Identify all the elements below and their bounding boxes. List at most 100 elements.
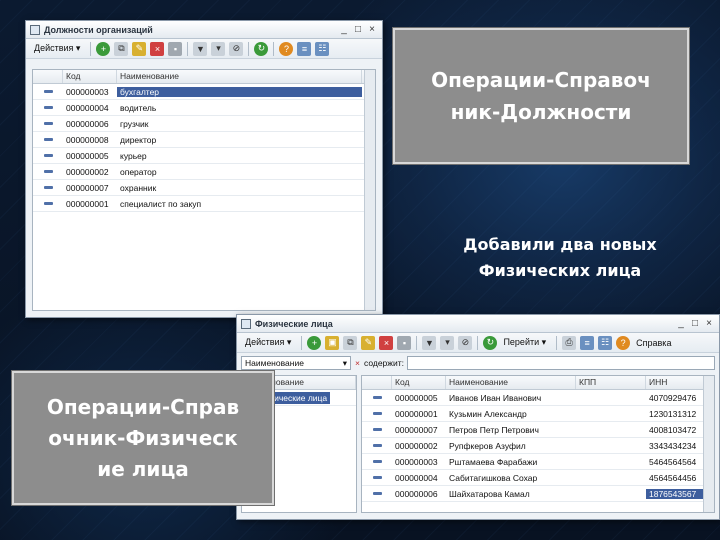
copy-icon[interactable]: ⧉ xyxy=(343,335,358,350)
callout-persons-line-2: очник-Физическ xyxy=(48,425,238,450)
refresh-icon[interactable]: ↻ xyxy=(483,335,498,350)
filter-icon[interactable]: ▼ xyxy=(193,41,208,56)
print-icon[interactable]: ⎙ xyxy=(562,335,577,350)
cell-code: 000000005 xyxy=(66,150,109,161)
toolbar-separator xyxy=(248,41,250,56)
maximize-icon[interactable]: □ xyxy=(352,24,364,36)
cell-code: 000000002 xyxy=(66,166,109,177)
cell-code: 000000006 xyxy=(66,118,109,129)
cell-name: Рштамаева Фарабажи xyxy=(449,456,538,467)
help-icon[interactable]: ? xyxy=(279,41,294,56)
table-row[interactable]: 000000003 бухгалтер xyxy=(33,84,375,100)
cell-name: Рупфкеров Азуфил xyxy=(449,440,526,451)
filter-field-select[interactable]: Наименование ▾ xyxy=(241,356,351,370)
close-icon[interactable]: × xyxy=(366,24,378,36)
catalog-icon xyxy=(241,318,251,329)
vertical-scrollbar[interactable] xyxy=(364,70,375,310)
help-button[interactable]: Справка xyxy=(632,338,675,348)
table-row[interactable]: 000000004 водитель xyxy=(33,100,375,116)
table-row[interactable]: 000000001 специалист по закуп xyxy=(33,196,375,212)
table-row[interactable]: 000000007 Петров Петр Петрович 4008103472 xyxy=(362,422,714,438)
filter-list-icon[interactable]: ▾ xyxy=(211,41,226,56)
callout-persons-line-1: Операции-Справ xyxy=(46,394,240,419)
column-header-code[interactable]: Код xyxy=(63,70,117,83)
persons-table: Код Наименование КПП ИНН 000000005 Иванов… xyxy=(361,375,715,513)
hierarchy-icon[interactable]: ☷ xyxy=(598,335,613,350)
column-header-inn[interactable]: ИНН xyxy=(646,376,706,389)
added-persons-note: Добавили два новых Физических лица xyxy=(430,232,690,284)
post-icon[interactable]: ▪ xyxy=(168,41,183,56)
filter-list-icon[interactable]: ▾ xyxy=(440,335,455,350)
persons-title: Физические лица xyxy=(255,318,333,329)
cell-inn: 5464564564 xyxy=(649,456,697,467)
table-row[interactable]: 000000006 грузчик xyxy=(33,116,375,132)
cell-code: 000000001 xyxy=(66,198,109,209)
note-line-1: Добавили два новых xyxy=(463,235,657,254)
row-item-icon xyxy=(33,122,63,125)
minimize-icon[interactable]: _ xyxy=(338,24,350,36)
clear-filter-icon[interactable]: ⊘ xyxy=(458,335,473,350)
filter-value-input[interactable] xyxy=(406,356,715,370)
cell-name: курьер xyxy=(120,150,147,161)
clear-filter-field-icon[interactable]: × xyxy=(355,358,360,368)
filter-bar: Наименование ▾ × содержит: xyxy=(241,355,715,371)
table-row[interactable]: 000000004 Сабитагишкова Сохар 4564564456 xyxy=(362,470,714,486)
column-header-name[interactable]: Наименование xyxy=(446,376,576,389)
add-icon[interactable]: + xyxy=(307,335,322,350)
column-header-kpp[interactable]: КПП xyxy=(576,376,646,389)
actions-menu[interactable]: Действия ▾ xyxy=(241,337,295,348)
edit-icon[interactable]: ✎ xyxy=(361,335,376,350)
hierarchy-icon[interactable]: ☷ xyxy=(315,41,330,56)
row-item-icon xyxy=(33,186,63,189)
add-icon[interactable]: + xyxy=(96,41,111,56)
table-row[interactable]: 000000002 оператор xyxy=(33,164,375,180)
delete-icon[interactable]: × xyxy=(379,335,394,350)
list-view-icon[interactable]: ≡ xyxy=(580,335,595,350)
toolbar-separator xyxy=(556,335,558,350)
persons-window: Физические лица _ □ × Действия ▾ + ▣ ⧉ ✎… xyxy=(236,314,720,520)
positions-toolbar: Действия ▾ + ⧉ ✎ × ▪ ▼ ▾ ⊘ ↻ ? ≡ ☷ xyxy=(26,39,382,59)
refresh-icon[interactable]: ↻ xyxy=(254,41,269,56)
actions-menu[interactable]: Действия ▾ xyxy=(30,43,84,54)
cell-name: охранник xyxy=(120,182,157,193)
table-row[interactable]: 000000003 Рштамаева Фарабажи 5464564564 xyxy=(362,454,714,470)
table-row[interactable]: 000000007 охранник xyxy=(33,180,375,196)
row-item-icon xyxy=(362,460,392,463)
post-icon[interactable]: ▪ xyxy=(397,335,412,350)
table-header: Код Наименование КПП ИНН xyxy=(362,376,714,390)
table-row[interactable]: 000000006 Шайхатарова Камал 1876543567 xyxy=(362,486,714,502)
cell-inn: 1230131312 xyxy=(649,408,697,419)
go-to-menu[interactable]: Перейти ▾ xyxy=(499,337,550,348)
list-view-icon[interactable]: ≡ xyxy=(297,41,312,56)
edit-icon[interactable]: ✎ xyxy=(132,41,147,56)
minimize-icon[interactable]: _ xyxy=(675,318,687,330)
table-row[interactable]: 000000005 Иванов Иван Иванович 4070929476 xyxy=(362,390,714,406)
vertical-scrollbar[interactable] xyxy=(703,376,714,512)
copy-icon[interactable]: ⧉ xyxy=(114,41,129,56)
table-row[interactable]: 000000005 курьер xyxy=(33,148,375,164)
cell-code: 000000003 xyxy=(395,456,438,467)
cell-name: директор xyxy=(120,134,157,145)
toolbar-separator xyxy=(90,41,92,56)
cell-name: Петров Петр Петрович xyxy=(449,424,539,435)
close-icon[interactable]: × xyxy=(703,318,715,330)
help-icon[interactable]: ? xyxy=(616,335,631,350)
row-item-icon xyxy=(362,444,392,447)
cell-name: Иванов Иван Иванович xyxy=(449,392,542,403)
filter-icon[interactable]: ▼ xyxy=(422,335,437,350)
row-item-icon xyxy=(33,154,63,157)
table-row[interactable]: 000000002 Рупфкеров Азуфил 3343434234 xyxy=(362,438,714,454)
maximize-icon[interactable]: □ xyxy=(689,318,701,330)
cell-inn: 4008103472 xyxy=(649,424,697,435)
clear-filter-icon[interactable]: ⊘ xyxy=(229,41,244,56)
table-row[interactable]: 000000001 Кузьмин Александр 1230131312 xyxy=(362,406,714,422)
table-row[interactable]: 000000008 директор xyxy=(33,132,375,148)
positions-title: Должности организаций xyxy=(44,24,153,35)
column-header-name[interactable]: Наименование xyxy=(117,70,362,83)
cell-code: 000000002 xyxy=(395,440,438,451)
filter-field-value: Наименование xyxy=(245,358,304,368)
icon-column-header xyxy=(33,70,63,83)
delete-icon[interactable]: × xyxy=(150,41,165,56)
add-group-icon[interactable]: ▣ xyxy=(325,335,340,350)
column-header-code[interactable]: Код xyxy=(392,376,446,389)
